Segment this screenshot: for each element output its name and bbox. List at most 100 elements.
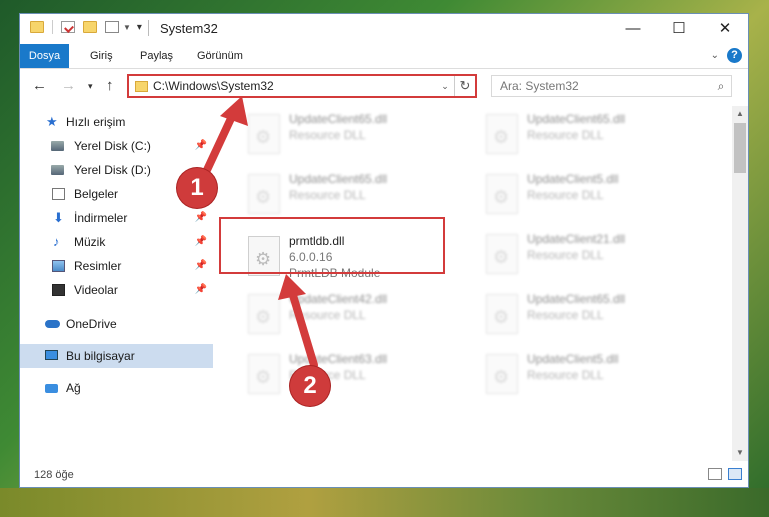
tab-view[interactable]: Görünüm <box>187 44 253 68</box>
music-icon: ♪ <box>53 234 60 249</box>
file-item[interactable]: UpdateClient63.dll Resource DLL <box>241 350 466 400</box>
pin-icon: 📌 <box>194 284 207 295</box>
tab-file[interactable]: Dosya <box>20 44 69 68</box>
new-folder-icon[interactable] <box>83 21 97 33</box>
file-item[interactable]: UpdateClient5.dll Resource DLL <box>479 350 704 400</box>
dll-file-icon <box>486 114 518 154</box>
nav-item-pictures[interactable]: Resimler 📌 <box>20 254 213 278</box>
address-dropdown-icon[interactable]: ⌄ <box>436 76 455 96</box>
refresh-icon[interactable]: ↻ <box>455 78 475 94</box>
file-name: UpdateClient21.dll <box>527 232 626 246</box>
pictures-icon <box>52 260 65 272</box>
divider <box>148 20 149 36</box>
recent-locations-button[interactable]: ▾ <box>88 81 93 92</box>
file-name: UpdateClient5.dll <box>527 172 619 186</box>
pin-icon: 📌 <box>194 212 207 223</box>
file-item[interactable]: UpdateClient65.dll Resource DLL <box>241 110 466 160</box>
nav-item-quick-access[interactable]: ★ Hızlı erişim <box>20 110 213 134</box>
file-description: Resource DLL <box>289 308 366 322</box>
title-bar: ▼ ▾ System32 — ☐ ✕ <box>20 14 748 44</box>
file-description: Resource DLL <box>527 188 604 202</box>
minimize-button[interactable]: — <box>610 14 656 44</box>
scroll-thumb[interactable] <box>734 123 746 173</box>
pin-icon: 📌 <box>194 140 207 151</box>
file-name: UpdateClient65.dll <box>527 112 626 126</box>
computer-icon <box>45 350 58 360</box>
pin-icon: 📌 <box>194 236 207 247</box>
file-description: Resource DLL <box>289 188 366 202</box>
tab-home[interactable]: Giriş <box>80 44 123 68</box>
help-icon[interactable]: ? <box>727 48 742 63</box>
file-description: Resource DLL <box>527 368 604 382</box>
maximize-button[interactable]: ☐ <box>656 14 702 44</box>
file-name: UpdateClient65.dll <box>289 112 388 126</box>
file-item[interactable]: UpdateClient65.dll Resource DLL <box>479 290 704 340</box>
nav-item-label: OneDrive <box>66 317 117 331</box>
quick-access-toolbar: ▼ ▾ <box>30 20 142 34</box>
navigation-bar: ← → ▾ ↑ C:\Windows\System32 ⌄ ↻ Ara: Sys… <box>20 69 748 103</box>
file-name: UpdateClient5.dll <box>527 352 619 366</box>
dll-file-icon <box>486 174 518 214</box>
address-bar[interactable]: C:\Windows\System32 ⌄ ↻ <box>127 74 477 98</box>
up-button[interactable]: ↑ <box>106 77 114 94</box>
search-box[interactable]: Ara: System32 ⌕ <box>491 75 732 97</box>
desktop-wallpaper <box>0 488 769 517</box>
nav-item-disk-c[interactable]: Yerel Disk (C:) 📌 <box>20 134 213 158</box>
address-path[interactable]: C:\Windows\System32 <box>153 79 436 93</box>
ribbon-controls: ⌄ ? <box>711 48 742 63</box>
nav-item-label: Ağ <box>66 381 81 395</box>
customize-icon[interactable] <box>105 21 119 33</box>
file-description: Resource DLL <box>289 128 366 142</box>
expand-ribbon-icon[interactable]: ⌄ <box>711 50 719 61</box>
file-name: UpdateClient42.dll <box>289 292 388 306</box>
ribbon-tabs: Dosya Giriş Paylaş Görünüm ⌄ ? <box>20 44 748 69</box>
tiles-view-icon[interactable] <box>728 468 742 480</box>
nav-item-label: Videolar <box>74 283 118 297</box>
file-description: Resource DLL <box>527 308 604 322</box>
item-count: 128 öğe <box>34 469 74 481</box>
nav-item-onedrive[interactable]: OneDrive <box>20 312 213 336</box>
qa-dropdown-icon[interactable]: ▼ <box>123 23 131 32</box>
dll-file-icon <box>248 354 280 394</box>
nav-item-label: İndirmeler <box>74 211 128 225</box>
forward-button[interactable]: → <box>61 77 76 94</box>
network-icon <box>45 384 58 393</box>
vertical-scrollbar[interactable]: ▲ ▼ <box>732 106 748 461</box>
file-highlight-box <box>219 217 445 274</box>
video-icon <box>52 284 65 296</box>
search-icon[interactable]: ⌕ <box>711 79 731 94</box>
document-icon <box>52 188 65 200</box>
divider <box>52 20 53 34</box>
file-item[interactable]: UpdateClient42.dll Resource DLL <box>241 290 466 340</box>
nav-item-label: Hızlı erişim <box>66 115 126 129</box>
dll-file-icon <box>486 234 518 274</box>
qa-menu-icon[interactable]: ▾ <box>137 22 142 33</box>
close-button[interactable]: ✕ <box>702 14 748 44</box>
nav-item-downloads[interactable]: ⬇ İndirmeler 📌 <box>20 206 213 230</box>
nav-item-videos[interactable]: Videolar 📌 <box>20 278 213 302</box>
nav-item-network[interactable]: Ağ <box>20 376 213 400</box>
status-bar: 128 öğe <box>20 463 748 487</box>
scroll-down-icon[interactable]: ▼ <box>732 445 748 461</box>
file-item[interactable]: UpdateClient65.dll Resource DLL <box>241 170 466 220</box>
nav-item-this-pc[interactable]: Bu bilgisayar <box>20 344 213 368</box>
tab-share[interactable]: Paylaş <box>130 44 183 68</box>
details-view-icon[interactable] <box>708 468 722 480</box>
file-name: UpdateClient65.dll <box>289 172 388 186</box>
file-description: Resource DLL <box>527 248 604 262</box>
nav-item-label: Resimler <box>74 259 122 273</box>
file-item[interactable]: UpdateClient65.dll Resource DLL <box>479 110 704 160</box>
drive-icon <box>51 141 64 151</box>
navigation-pane: ★ Hızlı erişim Yerel Disk (C:) 📌 Yerel D… <box>20 106 215 461</box>
file-item[interactable]: UpdateClient5.dll Resource DLL <box>479 170 704 220</box>
search-input[interactable]: Ara: System32 <box>500 79 711 93</box>
nav-item-music[interactable]: ♪ Müzik 📌 <box>20 230 213 254</box>
file-list: UpdateClient65.dll Resource DLL UpdateCl… <box>232 106 732 461</box>
nav-item-label: Bu bilgisayar <box>66 349 135 363</box>
file-name: UpdateClient65.dll <box>527 292 626 306</box>
back-button[interactable]: ← <box>32 77 47 94</box>
file-item[interactable]: UpdateClient21.dll Resource DLL <box>479 230 704 280</box>
properties-icon[interactable] <box>61 21 75 33</box>
view-switcher <box>708 468 742 480</box>
scroll-up-icon[interactable]: ▲ <box>732 106 748 122</box>
